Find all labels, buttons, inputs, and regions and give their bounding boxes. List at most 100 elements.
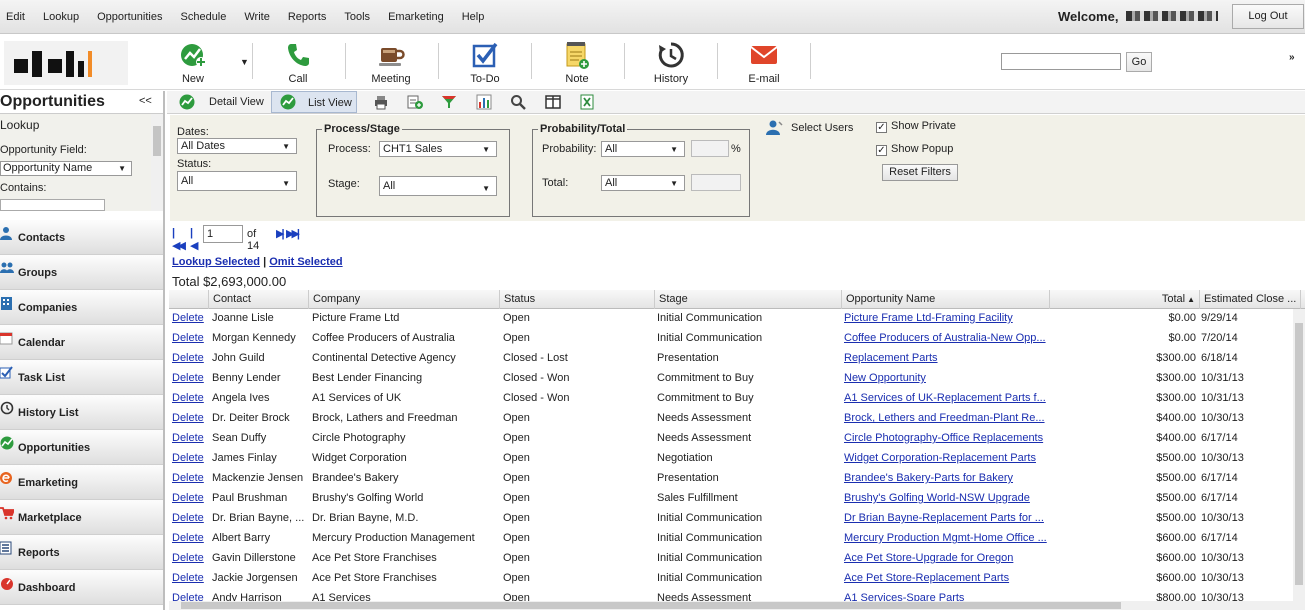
probability-input[interactable] — [691, 140, 729, 157]
delete-link[interactable]: Delete — [172, 512, 208, 524]
probability-select[interactable]: All ▼ — [601, 141, 685, 157]
sidebar-item-contacts[interactable]: Contacts — [0, 220, 163, 255]
history-button[interactable]: History — [631, 41, 711, 85]
go-button[interactable]: Go — [1126, 52, 1152, 72]
opportunity-link[interactable]: Brandee's Bakery-Parts for Bakery — [844, 472, 1049, 484]
table-row[interactable]: Delete Morgan Kennedy Coffee Producers of … — [169, 329, 1293, 349]
delete-link[interactable]: Delete — [172, 352, 208, 364]
table-vertical-scrollbar[interactable] — [1293, 309, 1305, 610]
menu-emarketing[interactable]: Emarketing — [388, 11, 444, 23]
logout-button[interactable]: Log Out — [1232, 4, 1304, 29]
search-input[interactable] — [1001, 53, 1121, 70]
sidebar-item-calendar[interactable]: Calendar — [0, 325, 163, 360]
menu-edit[interactable]: Edit — [6, 11, 25, 23]
select-users-link[interactable]: Select Users — [791, 122, 853, 134]
opportunity-link[interactable]: Coffee Producers of Australia-New Opp... — [844, 332, 1049, 344]
new-button[interactable]: New — [153, 41, 233, 85]
delete-link[interactable]: Delete — [172, 452, 208, 464]
menu-opportunities[interactable]: Opportunities — [97, 11, 162, 23]
header-estimated-close[interactable]: Estimated Close ... — [1200, 290, 1301, 309]
sidebar-item-history-list[interactable]: History List — [0, 395, 163, 430]
header-opportunity-name[interactable]: Opportunity Name — [842, 290, 1050, 309]
delete-link[interactable]: Delete — [172, 332, 208, 344]
sidebar-item-marketplace[interactable]: Marketplace — [0, 500, 163, 535]
table-horizontal-scrollbar[interactable] — [169, 601, 1293, 610]
lookup-vertical-scrollbar[interactable] — [151, 114, 163, 211]
show-private-checkbox[interactable]: ✓ — [876, 122, 887, 133]
header-status[interactable]: Status — [500, 290, 655, 309]
sidebar-item-groups[interactable]: Groups — [0, 255, 163, 290]
last-page-icon[interactable]: ▶▶| — [286, 227, 300, 240]
header-total[interactable]: Total ▲ — [1050, 290, 1200, 309]
sidebar-item-companies[interactable]: Companies — [0, 290, 163, 325]
table-row[interactable]: Delete Gavin Dillerstone Ace Pet Store Fra… — [169, 549, 1293, 569]
todo-button[interactable]: To-Do — [445, 41, 525, 85]
delete-link[interactable]: Delete — [172, 572, 208, 584]
bar-chart-icon[interactable] — [476, 94, 492, 110]
delete-link[interactable]: Delete — [172, 552, 208, 564]
table-row[interactable]: Delete James Finlay Widget Corporation Open… — [169, 449, 1293, 469]
quote-add-icon[interactable] — [407, 94, 423, 110]
sidebar-item-opportunities[interactable]: Opportunities — [0, 430, 163, 465]
page-number-input[interactable]: 1 — [203, 225, 243, 243]
sidebar-item-emarketing[interactable]: Emarketing — [0, 465, 163, 500]
header-contact[interactable]: Contact — [209, 290, 309, 309]
print-icon[interactable] — [373, 94, 389, 110]
table-row[interactable]: Delete Sean Duffy Circle Photography Open Ne… — [169, 429, 1293, 449]
menu-help[interactable]: Help — [462, 11, 485, 23]
delete-link[interactable]: Delete — [172, 492, 208, 504]
table-row[interactable]: Delete John Guild Continental Detective Ag… — [169, 349, 1293, 369]
delete-link[interactable]: Delete — [172, 312, 208, 324]
search-magnifier-icon[interactable] — [510, 94, 526, 110]
note-button[interactable]: Note — [537, 41, 617, 85]
show-popup-checkbox[interactable]: ✓ — [876, 145, 887, 156]
delete-link[interactable]: Delete — [172, 372, 208, 384]
opportunity-link[interactable]: Ace Pet Store-Upgrade for Oregon — [844, 552, 1049, 564]
total-select[interactable]: All ▼ — [601, 175, 685, 191]
sidebar-item-dashboard[interactable]: Dashboard — [0, 570, 163, 605]
expand-chevron-icon[interactable]: » — [1289, 52, 1295, 63]
opportunity-link[interactable]: Dr Brian Bayne-Replacement Parts for ... — [844, 512, 1049, 524]
contains-input[interactable] — [0, 199, 105, 211]
meeting-button[interactable]: Meeting — [351, 41, 431, 85]
opportunity-link[interactable]: Brushy's Golfing World-NSW Upgrade — [844, 492, 1049, 504]
sidebar-item-reports[interactable]: Reports — [0, 535, 163, 570]
collapse-sidebar-icon[interactable]: << — [139, 95, 152, 107]
prev-page-icon[interactable]: |◀ — [190, 227, 199, 252]
table-row[interactable]: Delete Albert Barry Mercury Production Man… — [169, 529, 1293, 549]
opportunity-link[interactable]: A1 Services of UK-Replacement Parts f... — [844, 392, 1049, 404]
table-row[interactable]: Delete Mackenzie Jensen Brandee's Bakery Op… — [169, 469, 1293, 489]
table-row[interactable]: Delete Paul Brushman Brushy's Golfing Worl… — [169, 489, 1293, 509]
opportunity-link[interactable]: Replacement Parts — [844, 352, 1049, 364]
table-row[interactable]: Delete Jackie Jorgensen Ace Pet Store Fran… — [169, 569, 1293, 589]
menu-write[interactable]: Write — [244, 11, 269, 23]
excel-export-icon[interactable] — [579, 94, 595, 110]
header-company[interactable]: Company — [309, 290, 500, 309]
next-page-icon[interactable]: ▶| — [276, 227, 284, 240]
dates-select[interactable]: All Dates ▼ — [177, 138, 297, 154]
first-page-icon[interactable]: |◀◀ — [172, 227, 186, 252]
columns-icon[interactable] — [545, 94, 561, 110]
opportunity-link[interactable]: Brock, Lethers and Freedman-Plant Re... — [844, 412, 1049, 424]
header-stage[interactable]: Stage — [655, 290, 842, 309]
menu-lookup[interactable]: Lookup — [43, 11, 79, 23]
table-row[interactable]: Delete Dr. Brian Bayne, ... Dr. Brian Bayn… — [169, 509, 1293, 529]
delete-link[interactable]: Delete — [172, 432, 208, 444]
table-row[interactable]: Delete Joanne Lisle Picture Frame Ltd Open I… — [169, 309, 1293, 329]
lookup-selected-link[interactable]: Lookup Selected — [172, 256, 260, 268]
new-dropdown-icon[interactable]: ▼ — [240, 57, 249, 67]
table-row[interactable]: Delete Benny Lender Best Lender Financing C… — [169, 369, 1293, 389]
opportunity-field-select[interactable]: Opportunity Name ▼ — [0, 161, 132, 176]
call-button[interactable]: Call — [258, 41, 338, 85]
reset-filters-button[interactable]: Reset Filters — [882, 164, 958, 181]
delete-link[interactable]: Delete — [172, 532, 208, 544]
stage-select[interactable]: All ▼ — [379, 176, 497, 196]
opportunity-link[interactable]: Circle Photography-Office Replacements — [844, 432, 1049, 444]
tab-detail-view[interactable]: Detail View — [203, 91, 270, 113]
total-input[interactable] — [691, 174, 741, 191]
delete-link[interactable]: Delete — [172, 412, 208, 424]
opportunity-link[interactable]: New Opportunity — [844, 372, 1049, 384]
sidebar-item-task-list[interactable]: Task List — [0, 360, 163, 395]
status-select[interactable]: All ▼ — [177, 171, 297, 191]
opportunity-link[interactable]: Widget Corporation-Replacement Parts — [844, 452, 1049, 464]
